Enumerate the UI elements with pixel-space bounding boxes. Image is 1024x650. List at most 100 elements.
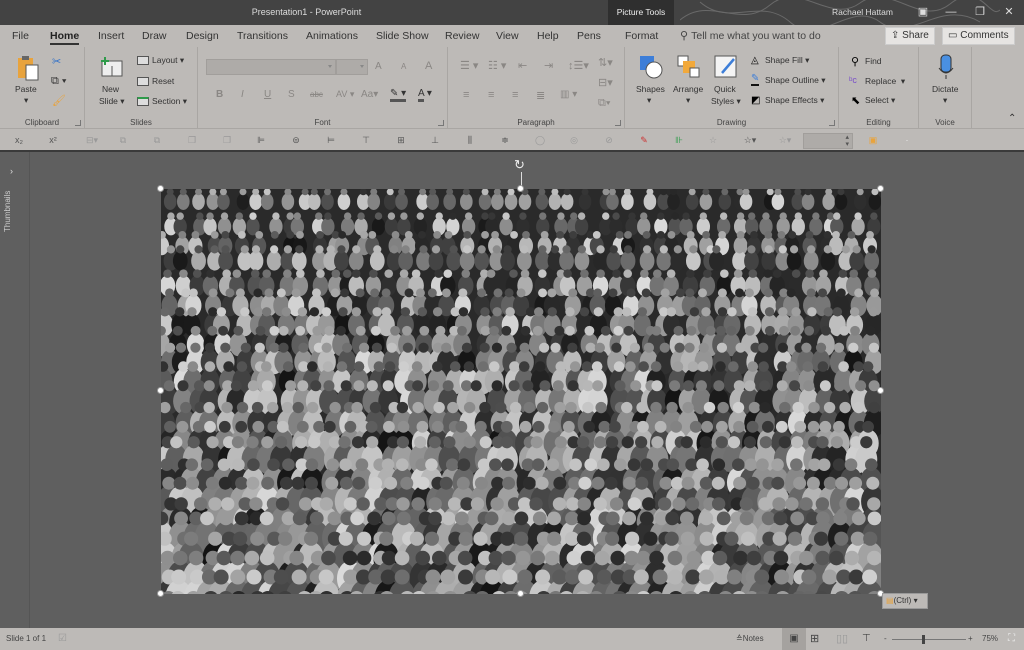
font-size-combo[interactable]: [336, 59, 368, 75]
microphone-icon[interactable]: [938, 54, 954, 85]
drawing-dialog-launcher[interactable]: [829, 120, 835, 126]
selection-pane-icon[interactable]: ⊪: [672, 134, 686, 147]
justify-button[interactable]: ≣: [536, 89, 545, 102]
spin-box[interactable]: ▴▾: [803, 133, 853, 149]
bring-to-front-icon[interactable]: ❐: [185, 134, 199, 147]
text-shadow-button[interactable]: S: [288, 89, 295, 100]
layout-button[interactable]: Layout ▾: [152, 55, 184, 66]
resize-handle-top[interactable]: [517, 185, 524, 192]
fit-slide-icon[interactable]: ⛶: [1008, 628, 1015, 650]
merge-shapes-combine-icon[interactable]: ◎: [567, 134, 581, 147]
superscript-button[interactable]: x²: [46, 134, 60, 147]
distribute-horizontally-icon[interactable]: ⫼: [463, 134, 477, 147]
highlight-color-button[interactable]: ✎ ▾: [390, 88, 406, 102]
numbering-button[interactable]: ☷ ▾: [488, 59, 506, 72]
normal-view-button[interactable]: ▣: [782, 628, 806, 650]
minimize-button[interactable]: —: [937, 0, 965, 25]
share-button[interactable]: ⇪ Share: [885, 27, 935, 45]
tab-animations[interactable]: Animations: [306, 25, 358, 47]
paste-options-button[interactable]: ▤(Ctrl) ▾: [882, 593, 928, 609]
collapse-ribbon-icon[interactable]: ⌃: [1008, 113, 1016, 124]
underline-button[interactable]: U: [264, 89, 271, 100]
italic-button[interactable]: I: [241, 89, 244, 100]
align-left-button[interactable]: ≡: [463, 89, 469, 101]
star-icon[interactable]: ☆: [706, 134, 720, 147]
shape-fill-button[interactable]: Shape Fill ▾: [765, 55, 809, 66]
bold-button[interactable]: B: [216, 89, 223, 100]
zoom-level[interactable]: 75%: [982, 628, 998, 650]
arrange-icon[interactable]: [677, 55, 701, 84]
tab-draw[interactable]: Draw: [142, 25, 167, 47]
tab-transitions[interactable]: Transitions: [237, 25, 288, 47]
crowd-photo[interactable]: [161, 189, 881, 594]
align-text-button[interactable]: ⊟▾: [598, 76, 613, 89]
dictate-button[interactable]: Dictate: [932, 84, 958, 94]
tab-insert[interactable]: Insert: [98, 25, 124, 47]
shrink-font-button[interactable]: A: [401, 62, 406, 71]
resize-handle-top-left[interactable]: [157, 185, 164, 192]
line-spacing-button[interactable]: ↕☰▾: [568, 59, 589, 72]
tab-design[interactable]: Design: [186, 25, 219, 47]
shape-effects-button[interactable]: Shape Effects ▾: [765, 95, 824, 106]
resize-handle-bottom-left[interactable]: [157, 590, 164, 597]
tab-file[interactable]: File: [12, 25, 29, 47]
new-slide-label-1[interactable]: New: [102, 84, 119, 94]
slide-show-button[interactable]: ⊤: [862, 628, 871, 650]
quick-styles-icon[interactable]: [714, 55, 738, 84]
font-dialog-launcher[interactable]: [438, 120, 444, 126]
change-case-button[interactable]: Aa▾: [361, 89, 378, 100]
expand-thumbnails-icon[interactable]: ›: [10, 166, 13, 176]
resize-handle-left[interactable]: [157, 387, 164, 394]
align-center-icon[interactable]: ⊜: [289, 134, 303, 147]
align-center-button[interactable]: ≡: [488, 89, 494, 101]
reset-button[interactable]: Reset: [152, 76, 174, 86]
shapes-dropdown-arrow[interactable]: ▾: [647, 95, 651, 106]
star-options-icon[interactable]: ☆▾: [775, 134, 795, 147]
select-button[interactable]: Select ▾: [865, 95, 895, 106]
shape-outline-button[interactable]: Shape Outline ▾: [765, 75, 826, 86]
copy-icon[interactable]: ⧉ ▾: [51, 75, 67, 88]
paste-button[interactable]: Paste: [15, 84, 37, 94]
tab-home[interactable]: Home: [50, 25, 79, 47]
ribbon-display-options-button[interactable]: ▣: [909, 0, 937, 25]
resize-handle-bottom[interactable]: [517, 590, 524, 597]
strikethrough-button[interactable]: abc: [310, 90, 323, 99]
reading-view-button[interactable]: ▯▯: [836, 628, 848, 650]
arrange-dropdown-arrow[interactable]: ▾: [686, 95, 690, 106]
clear-formatting-button[interactable]: A: [425, 60, 432, 72]
arrange-button[interactable]: Arrange: [673, 84, 703, 94]
add-star-icon[interactable]: ☆▾: [740, 134, 760, 147]
replace-button[interactable]: Replace ▾: [865, 76, 905, 87]
user-name[interactable]: Rachael Hattam: [832, 0, 893, 25]
text-direction-button[interactable]: ⇅▾: [598, 56, 613, 69]
new-slide-button[interactable]: Slide ▾: [99, 96, 125, 107]
columns-button[interactable]: ▥ ▾: [560, 89, 577, 100]
bring-forward-icon[interactable]: ⧉: [116, 134, 130, 147]
zoom-slider[interactable]: [892, 639, 966, 640]
dictate-dropdown-arrow[interactable]: ▾: [943, 95, 947, 106]
zoom-in-button[interactable]: +: [968, 628, 973, 650]
align-right-icon[interactable]: ⊨: [324, 134, 338, 147]
new-slide-icon[interactable]: [100, 57, 124, 82]
format-painter-icon[interactable]: 🖌: [52, 94, 66, 107]
quick-styles-button[interactable]: Styles ▾: [711, 96, 741, 107]
distribute-vertically-icon[interactable]: ≑: [498, 134, 512, 147]
group-objects-button[interactable]: ⊟▾: [82, 134, 102, 147]
resize-handle-top-right[interactable]: [877, 185, 884, 192]
picture-select-icon[interactable]: ▣: [866, 134, 880, 147]
merge-shapes-union-icon[interactable]: ◯: [533, 134, 547, 147]
section-button[interactable]: Section ▾: [152, 96, 187, 107]
close-button[interactable]: ✕: [995, 0, 1023, 25]
align-right-button[interactable]: ≡: [512, 89, 518, 101]
spin-arrows-icon[interactable]: ▴▾: [845, 134, 849, 148]
cut-icon[interactable]: ✂: [52, 55, 61, 68]
align-bottom-icon[interactable]: ⊥: [428, 134, 442, 147]
align-middle-icon[interactable]: ⊞: [394, 134, 408, 147]
resize-handle-right[interactable]: [877, 387, 884, 394]
subscript-button[interactable]: x₂: [12, 134, 26, 147]
quick-styles-label-1[interactable]: Quick: [714, 84, 736, 94]
bullets-button[interactable]: ☰ ▾: [460, 59, 478, 72]
slide-sorter-button[interactable]: ⊞: [810, 628, 819, 650]
grow-font-button[interactable]: A: [375, 61, 382, 72]
tab-help[interactable]: Help: [537, 25, 559, 47]
